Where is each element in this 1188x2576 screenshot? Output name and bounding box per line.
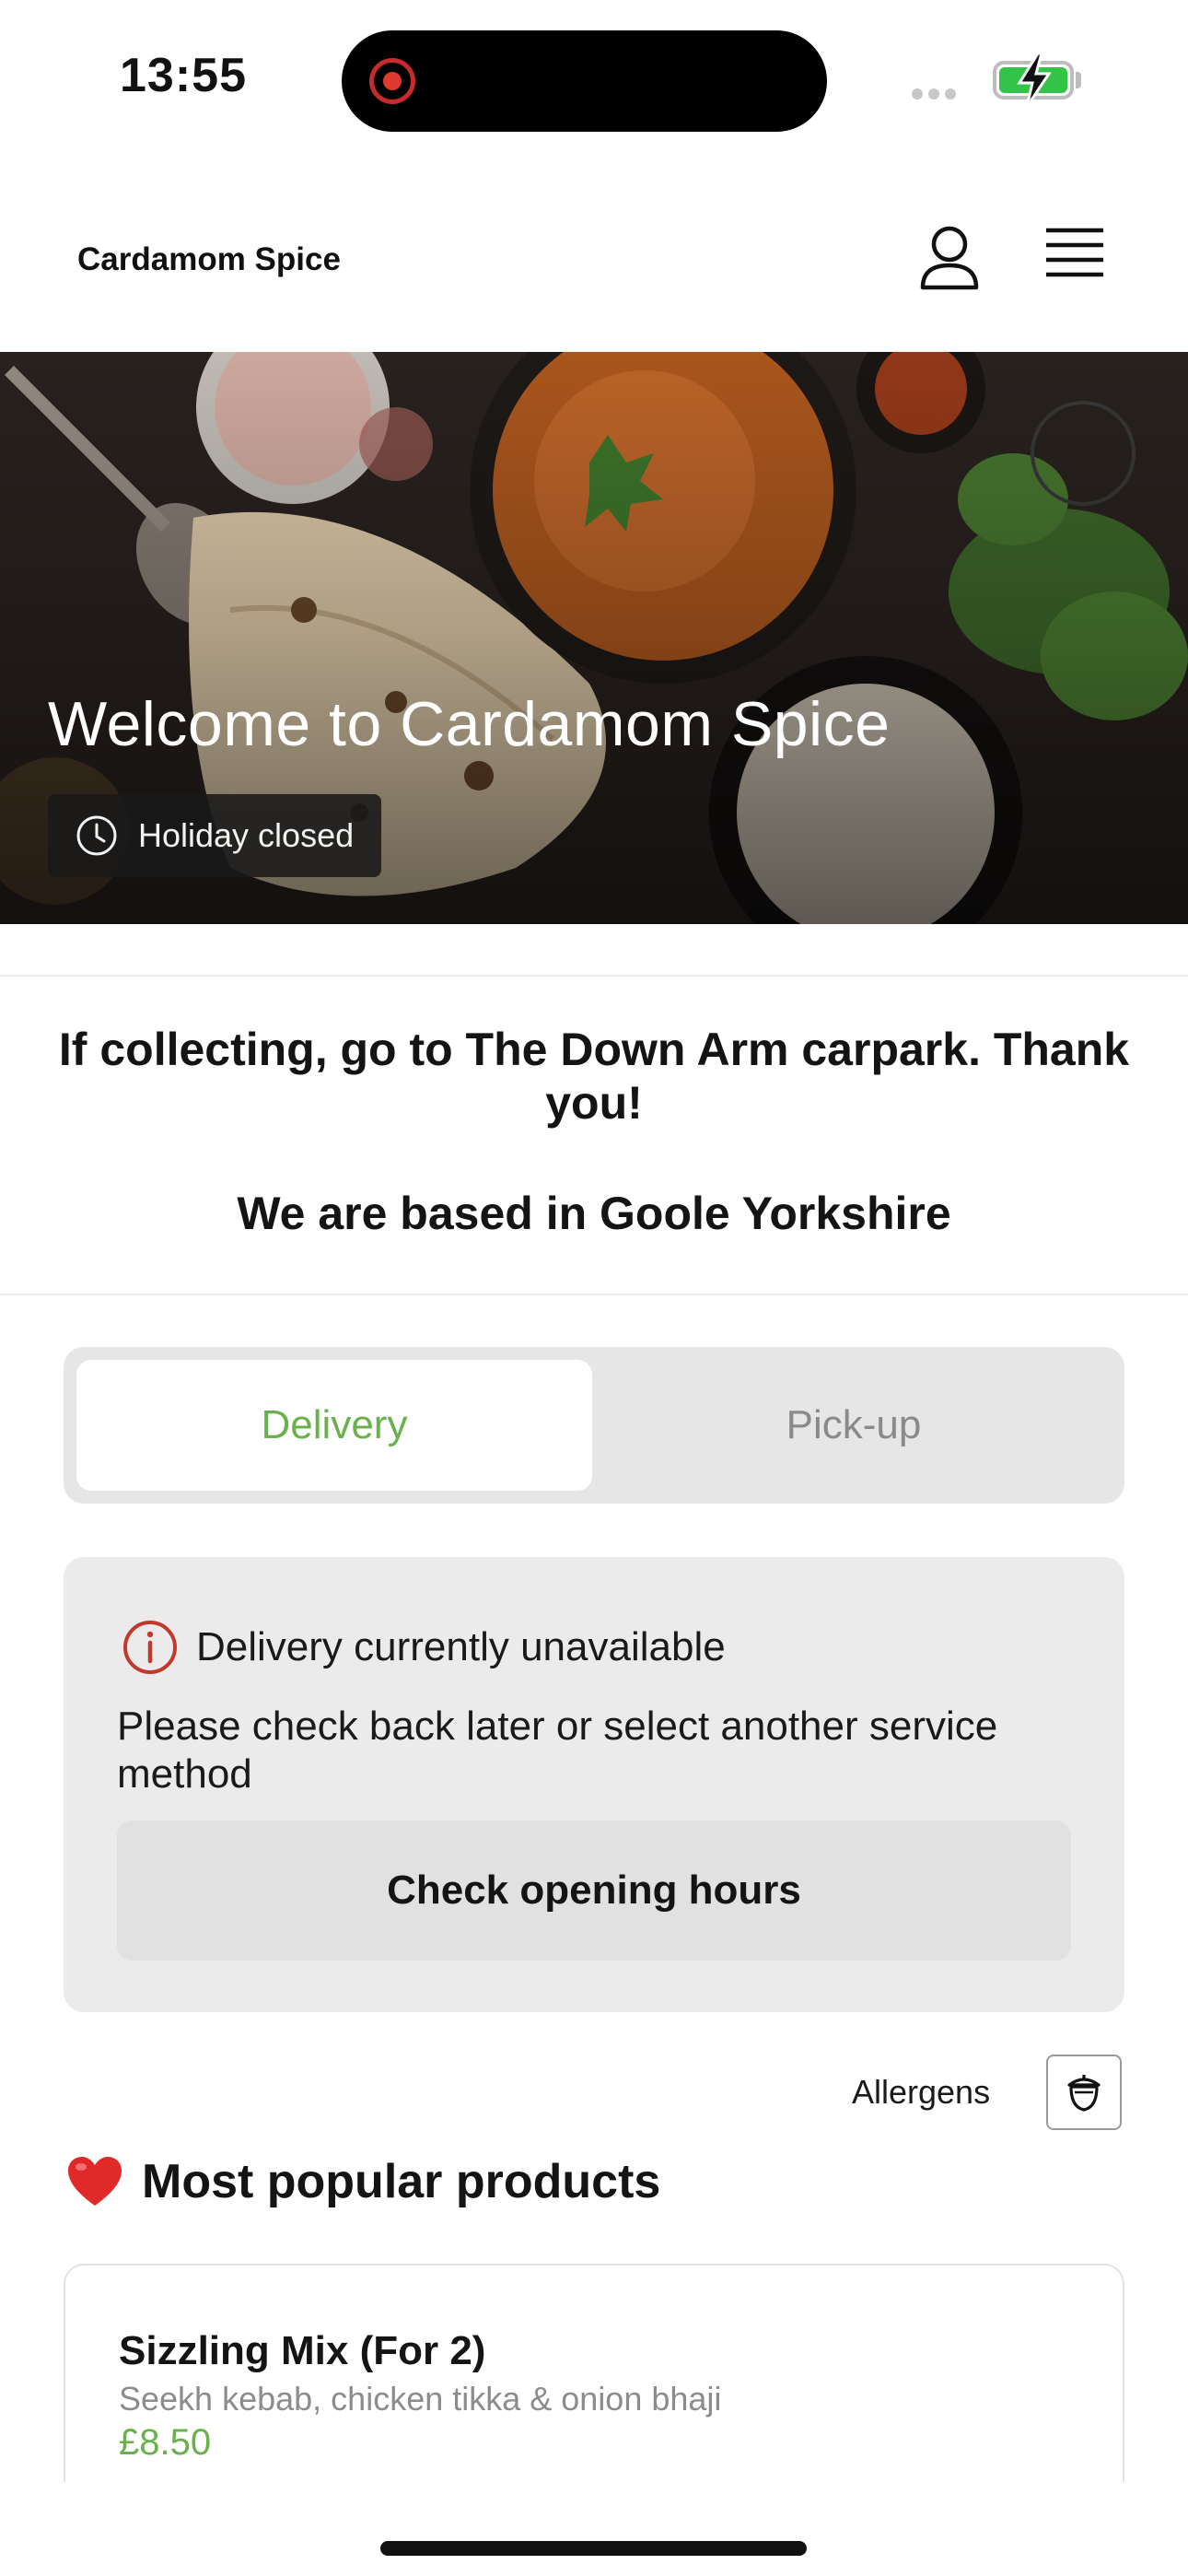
divider [0, 975, 1188, 977]
hero-banner: Welcome to Cardamom Spice Holiday closed [0, 352, 1188, 924]
popular-products-heading: Most popular products [66, 2154, 660, 2209]
collection-notice: If collecting, go to The Down Arm carpar… [58, 1024, 1130, 1129]
allergens-label[interactable]: Allergens [852, 2073, 990, 2112]
info-circle-icon [123, 1621, 177, 1674]
status-time: 13:55 [120, 49, 247, 102]
account-button[interactable] [912, 221, 987, 297]
check-opening-hours-button[interactable]: Check opening hours [117, 1821, 1071, 1961]
popular-products-title: Most popular products [142, 2155, 661, 2208]
location-notice: We are based in Goole Yorkshire [237, 1188, 951, 1239]
recording-indicator-icon [369, 58, 415, 104]
hero-title: Welcome to Cardamom Spice [48, 689, 891, 759]
brand-name[interactable]: Cardamom Spice [77, 241, 341, 278]
acorn-icon [1067, 2075, 1101, 2112]
charging-bolt-icon [1017, 52, 1052, 108]
bottom-safe-area [0, 2482, 1188, 2576]
person-icon [920, 226, 979, 290]
app-header: Cardamom Spice [0, 157, 1188, 352]
notice-body: Please check back later or select anothe… [117, 1704, 998, 1797]
tab-pick-up[interactable]: Pick-up [596, 1360, 1112, 1491]
status-bar: 13:55 [0, 0, 1188, 157]
home-indicator[interactable] [380, 2541, 807, 2556]
divider [0, 1294, 1188, 1295]
product-description: Seekh kebab, chicken tikka & onion bhaji [119, 2380, 722, 2418]
notice-title: Delivery currently unavailable [196, 1624, 726, 1669]
opening-status-badge: Holiday closed [48, 794, 382, 877]
menu-button[interactable] [1039, 225, 1109, 289]
product-price: £8.50 [119, 2422, 212, 2463]
heart-icon [68, 2157, 122, 2206]
allergens-button[interactable] [1046, 2055, 1122, 2130]
clock-icon [76, 815, 117, 856]
tab-delivery[interactable]: Delivery [76, 1360, 592, 1491]
delivery-unavailable-notice: Delivery currently unavailable Please ch… [64, 1557, 1124, 2012]
hamburger-menu-icon [1046, 228, 1103, 277]
dynamic-island [342, 30, 827, 132]
product-name: Sizzling Mix (For 2) [119, 2328, 486, 2373]
opening-status-text: Holiday closed [138, 816, 355, 854]
service-method-toggle: Delivery Pick-up [64, 1347, 1124, 1504]
notice-header: Delivery currently unavailable [121, 1618, 726, 1677]
cellular-signal-icon [912, 88, 973, 100]
